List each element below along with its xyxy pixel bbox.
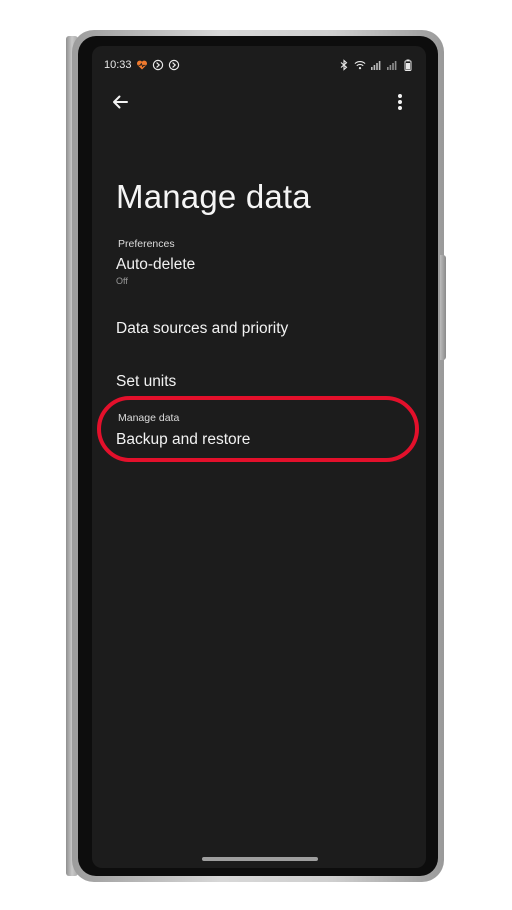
phone-side-button [440,255,446,360]
list-item-set-units[interactable]: Set units [116,373,406,391]
sync-notification-icon-2 [168,59,180,71]
more-vert-icon [398,94,402,110]
stage: 10:33 Manage data Preferences Auto-delet… [0,0,512,910]
list-item-data-sources[interactable]: Data sources and priority [116,320,406,338]
signal-icon [370,59,382,71]
list-item-backup-restore[interactable]: Backup and restore [116,431,406,449]
status-bar: 10:33 [104,56,414,74]
battery-icon [402,59,414,71]
page-title: Manage data [116,178,311,215]
arrow-left-icon [113,95,128,109]
status-time: 10:33 [104,59,132,71]
app-bar [92,86,426,116]
auto-delete-label: Auto-delete [116,256,196,273]
backup-restore-label: Backup and restore [116,431,251,448]
wifi-icon [354,59,366,71]
set-units-label: Set units [116,373,177,390]
list-item-auto-delete[interactable]: Auto-delete Off [116,256,406,286]
status-left: 10:33 [104,59,180,71]
sync-notification-icon [152,59,164,71]
signal-icon-2 [386,59,398,71]
health-notification-icon [136,59,148,71]
section-header-manage-data: Manage data [118,412,180,424]
home-indicator[interactable] [202,857,318,861]
bluetooth-icon [338,59,350,71]
auto-delete-value: Off [116,276,128,286]
back-button[interactable] [108,90,132,114]
section-header-preferences: Preferences [118,238,175,250]
status-right [338,59,414,71]
data-sources-label: Data sources and priority [116,320,289,337]
more-options-button[interactable] [388,90,412,114]
phone-screen: 10:33 Manage data Preferences Auto-delet… [92,46,426,868]
